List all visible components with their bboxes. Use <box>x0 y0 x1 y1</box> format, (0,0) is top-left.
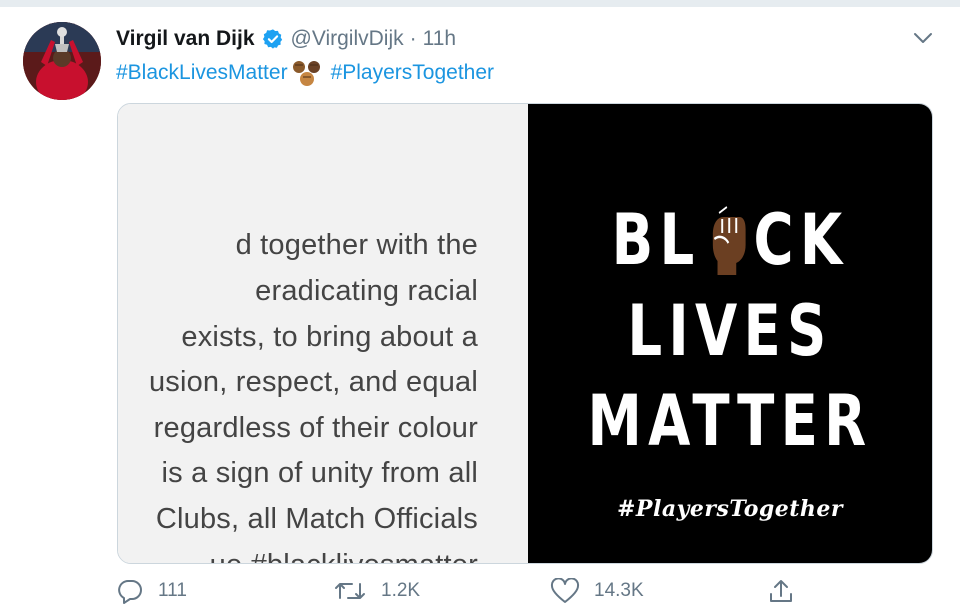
blm-line-3: MATTER <box>587 380 873 462</box>
hashtag-blacklivesmatter[interactable]: #BlackLivesMatter <box>116 61 288 85</box>
avatar[interactable] <box>23 22 101 100</box>
tweet-time[interactable]: 11h <box>423 27 456 51</box>
tweet-media[interactable]: d together with the eradicating racial e… <box>117 103 933 564</box>
blm-text-bl: BL <box>611 199 701 281</box>
tweet-actions: 111 1.2K 14.3K <box>116 578 836 605</box>
share-button[interactable] <box>767 578 809 604</box>
author-handle[interactable]: @VirgilvDijk <box>291 27 404 51</box>
statement-line: exists, to bring about a <box>181 321 478 353</box>
share-icon <box>767 578 795 604</box>
retweet-count: 1.2K <box>381 580 421 601</box>
reply-count: 111 <box>158 580 187 601</box>
author-name[interactable]: Virgil van Dijk <box>116 27 255 51</box>
statement-line: is a sign of unity from all <box>161 457 478 489</box>
blm-line-1: BL CK <box>572 205 887 275</box>
blm-text-ck: CK <box>753 199 849 281</box>
retweet-button[interactable]: 1.2K <box>333 578 420 604</box>
verified-badge-icon <box>262 28 284 50</box>
hashtag-playerstogether[interactable]: #PlayersTogether <box>331 61 494 85</box>
statement-line: usion, respect, and equal <box>148 366 478 398</box>
players-together-tag: #PlayersTogether <box>617 496 843 522</box>
tweet-header: Virgil van Dijk @VirgilvDijk · 11h <box>116 25 456 53</box>
top-band <box>0 0 960 7</box>
like-count: 14.3K <box>594 580 644 601</box>
statement-line: d together with the <box>235 229 478 261</box>
blm-line-2: LIVES <box>627 290 833 372</box>
statement-line: eradicating racial <box>255 275 478 307</box>
like-icon <box>550 578 580 604</box>
like-button[interactable]: 14.3K <box>550 578 644 604</box>
statement-line: ue #blacklivesmatter <box>210 549 478 563</box>
retweet-icon <box>333 578 367 604</box>
tweet-text: #BlackLivesMatter #PlayersTogether <box>116 58 494 88</box>
statement-line: regardless of their colour <box>153 412 478 444</box>
separator: · <box>409 27 417 50</box>
raised-fist-icon <box>705 205 749 275</box>
blm-graphic: BL CK LIVES MATTER #PlayersTogether <box>528 104 932 563</box>
statement-image: d together with the eradicating racial e… <box>118 104 528 563</box>
statement-line: Clubs, all Match Officials <box>155 503 478 535</box>
chevron-down-icon[interactable] <box>909 26 937 50</box>
reply-button[interactable]: 111 <box>116 578 187 604</box>
fist-emoji-icon <box>292 59 322 87</box>
reply-icon <box>116 578 144 604</box>
